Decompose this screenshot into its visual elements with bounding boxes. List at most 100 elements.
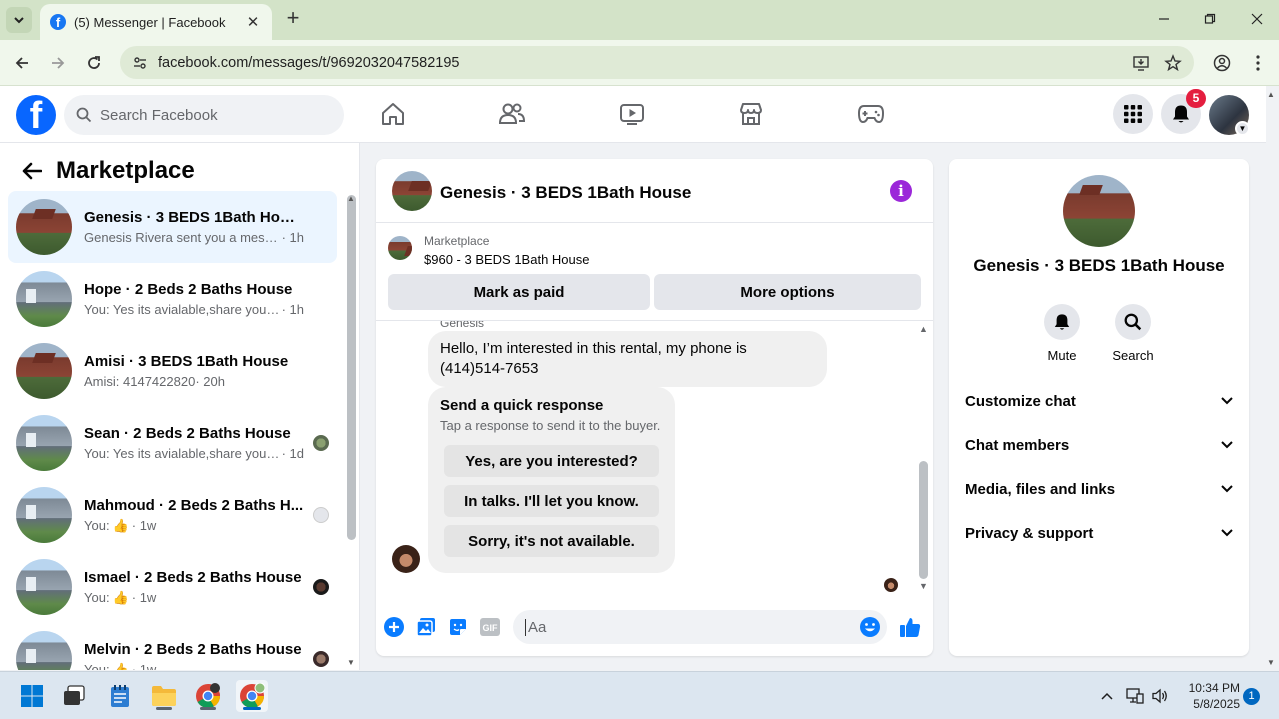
- page-scroll-down-arrow-icon[interactable]: ▼: [1267, 658, 1275, 667]
- back-arrow-icon[interactable]: [20, 159, 44, 183]
- emoji-icon[interactable]: [859, 616, 881, 638]
- chat-time: · 1w: [131, 589, 157, 605]
- chat-list-scrollbar[interactable]: [347, 195, 356, 540]
- app-active-indicator: [243, 707, 261, 710]
- facebook-header: f: [0, 86, 1266, 143]
- info-icon[interactable]: i: [890, 180, 912, 202]
- chat-item-hope[interactable]: Hope · 2 Beds 2 Baths House You: Yes its…: [8, 263, 337, 335]
- new-tab-button[interactable]: +: [282, 7, 304, 30]
- chat-item-amisi[interactable]: Amisi · 3 BEDS 1Bath House Amisi: 414742…: [8, 335, 337, 407]
- conversation-avatar[interactable]: [392, 171, 432, 211]
- restore-button[interactable]: [1199, 8, 1221, 30]
- home-nav[interactable]: [375, 96, 411, 132]
- scroll-up-arrow-icon[interactable]: ▲: [919, 324, 928, 334]
- search-action[interactable]: Search: [1103, 304, 1163, 363]
- network-icon[interactable]: [1125, 686, 1145, 706]
- sticker-icon[interactable]: [447, 616, 469, 638]
- tab-close-icon[interactable]: ✕: [244, 13, 262, 31]
- thumbs-up-icon: 👍: [112, 589, 129, 605]
- facebook-search-input[interactable]: [100, 106, 300, 124]
- message-thread[interactable]: Genesis Hello, I’m interested in this re…: [376, 321, 933, 598]
- chat-item-ismael[interactable]: Ismael · 2 Beds 2 Baths House You: 👍 · 1w: [8, 551, 337, 623]
- scroll-down-arrow-icon[interactable]: ▼: [919, 581, 928, 591]
- message-scrollbar[interactable]: [919, 461, 928, 579]
- chevron-down-icon: [1221, 441, 1233, 449]
- bookmark-star-icon[interactable]: [1162, 53, 1184, 72]
- chat-preview: You:: [84, 517, 110, 533]
- gif-icon[interactable]: GIF: [479, 616, 501, 638]
- chat-item-melvin[interactable]: Melvin · 2 Beds 2 Baths House You: 👍 · 1w: [8, 623, 337, 670]
- listing-thumbnail[interactable]: [388, 236, 412, 260]
- message-input-box[interactable]: [513, 610, 887, 644]
- media-files-links-section[interactable]: Media, files and links: [949, 467, 1249, 511]
- marketplace-nav[interactable]: [733, 96, 769, 132]
- mark-as-paid-button[interactable]: Mark as paid: [388, 274, 650, 310]
- minimize-button[interactable]: [1153, 8, 1175, 30]
- chat-members-section[interactable]: Chat members: [949, 423, 1249, 467]
- scroll-down-arrow-icon[interactable]: ▼: [347, 658, 355, 667]
- chrome-app-1[interactable]: [192, 680, 224, 712]
- arrow-right-icon: [52, 57, 65, 69]
- app-running-indicator: [156, 707, 172, 710]
- quick-response-in-talks-button[interactable]: In talks. I'll let you know.: [444, 485, 659, 517]
- message-input[interactable]: [525, 618, 845, 636]
- chat-item-sean[interactable]: Sean · 2 Beds 2 Baths House You: Yes its…: [8, 407, 337, 479]
- volume-icon[interactable]: [1150, 686, 1170, 706]
- friends-nav[interactable]: [494, 96, 530, 132]
- listing-price-title[interactable]: $960 - 3 BEDS 1Bath House: [424, 252, 590, 267]
- site-settings-icon[interactable]: [132, 55, 152, 71]
- sender-avatar[interactable]: [392, 545, 420, 573]
- task-view-button[interactable]: [58, 680, 90, 712]
- mute-action[interactable]: Mute: [1032, 304, 1092, 363]
- send-like-icon[interactable]: [899, 616, 921, 638]
- address-bar[interactable]: facebook.com/messages/t/9692032047582195: [120, 46, 1194, 79]
- notification-center-badge[interactable]: 1: [1243, 688, 1260, 705]
- attach-photo-icon[interactable]: [415, 616, 437, 638]
- customize-chat-section[interactable]: Customize chat: [949, 379, 1249, 423]
- gaming-nav[interactable]: [853, 96, 889, 132]
- system-clock[interactable]: 10:34 PM 5/8/2025: [1180, 680, 1240, 712]
- chat-list-panel: Marketplace Genesis · 3 BEDS 1Bath House…: [0, 143, 360, 670]
- chrome-app-2[interactable]: [236, 680, 268, 712]
- facebook-logo-icon[interactable]: f: [16, 95, 56, 135]
- browser-tab-messenger[interactable]: f (5) Messenger | Facebook ✕: [40, 4, 272, 40]
- scroll-up-arrow-icon[interactable]: ▲: [347, 194, 355, 203]
- sender-name: Genesis: [440, 321, 485, 330]
- menu-button[interactable]: [1113, 94, 1153, 134]
- listing-thumbnail: [16, 343, 72, 399]
- tab-search-button[interactable]: [6, 7, 32, 33]
- chevron-down-icon[interactable]: ▼: [1235, 121, 1250, 136]
- chat-time: · 1w: [131, 661, 157, 671]
- more-actions-plus-icon[interactable]: [383, 616, 405, 638]
- forward-button[interactable]: [46, 51, 70, 75]
- back-button[interactable]: [10, 51, 34, 75]
- quick-response-not-available-button[interactable]: Sorry, it's not available.: [444, 525, 659, 557]
- install-app-icon[interactable]: [1130, 54, 1152, 72]
- file-explorer-app[interactable]: [148, 680, 180, 712]
- incoming-message[interactable]: Hello, I’m interested in this rental, my…: [428, 331, 827, 387]
- show-hidden-icons-button[interactable]: [1097, 686, 1117, 706]
- privacy-support-section[interactable]: Privacy & support: [949, 511, 1249, 555]
- facebook-search[interactable]: [64, 95, 344, 135]
- gamepad-icon: [857, 105, 885, 124]
- reload-button[interactable]: [82, 51, 106, 75]
- close-window-button[interactable]: [1246, 8, 1268, 30]
- more-options-button[interactable]: More options: [654, 274, 921, 310]
- bell-icon: [1173, 105, 1189, 123]
- reload-icon: [88, 56, 100, 69]
- profile-button[interactable]: [1210, 51, 1234, 75]
- conversation-avatar-large[interactable]: [1063, 175, 1135, 247]
- start-button[interactable]: [16, 680, 48, 712]
- page-scroll-up-arrow-icon[interactable]: ▲: [1267, 90, 1275, 99]
- notepad-app[interactable]: [104, 680, 136, 712]
- chrome-icon: [240, 683, 265, 709]
- conversation-title[interactable]: Genesis · 3 BEDS 1Bath House: [440, 183, 691, 203]
- conversation-panel: Genesis · 3 BEDS 1Bath House i Marketpla…: [376, 159, 933, 656]
- chat-item-genesis[interactable]: Genesis · 3 BEDS 1Bath House Genesis Riv…: [8, 191, 337, 263]
- quick-response-yes-button[interactable]: Yes, are you interested?: [444, 445, 659, 477]
- windows-taskbar: 10:34 PM 5/8/2025 1: [0, 671, 1279, 719]
- browser-menu-button[interactable]: [1246, 51, 1270, 75]
- home-icon: [382, 103, 404, 125]
- video-nav[interactable]: [614, 96, 650, 132]
- chat-item-mahmoud[interactable]: Mahmoud · 2 Beds 2 Baths H... You: 👍 · 1w: [8, 479, 337, 551]
